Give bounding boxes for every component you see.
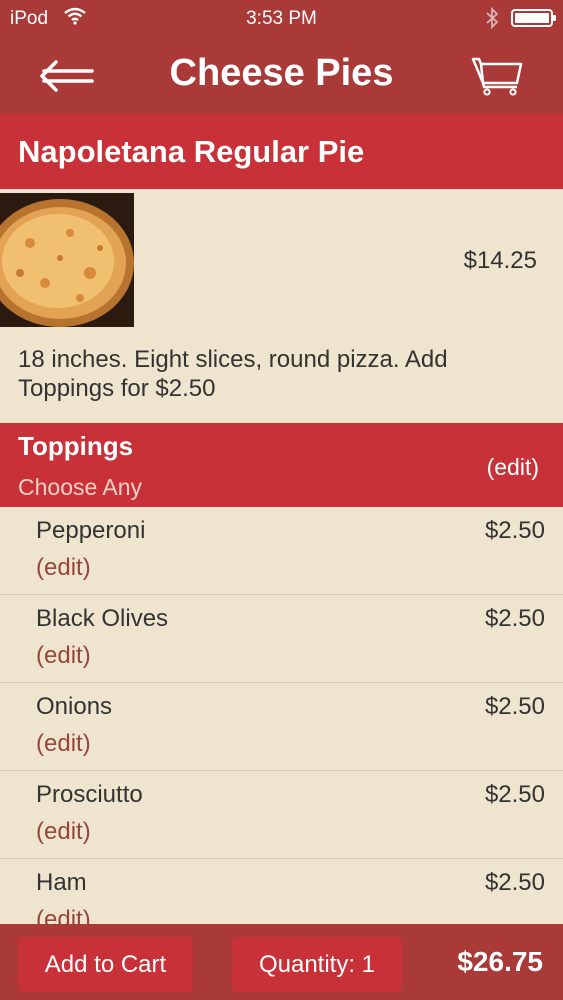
bottom-bar: Add to Cart Quantity: 1 $26.75: [0, 924, 563, 1000]
topping-row-black-olives[interactable]: Black Olives $2.50 (edit): [0, 595, 563, 683]
order-total: $26.75: [457, 946, 543, 977]
topping-name: Pepperoni: [36, 517, 146, 544]
topping-row-pepperoni[interactable]: Pepperoni $2.50 (edit): [0, 507, 563, 595]
topping-name: Black Olives: [36, 605, 169, 632]
status-time: 3:53 PM: [246, 8, 317, 29]
toppings-header: Toppings Choose Any (edit): [0, 423, 563, 507]
topping-edit-link[interactable]: (edit): [36, 906, 91, 924]
toppings-edit-link[interactable]: (edit): [487, 454, 539, 481]
status-bar: iPod 3:53 PM: [0, 0, 563, 38]
quantity-button[interactable]: Quantity: 1: [232, 937, 402, 992]
topping-edit-link[interactable]: (edit): [36, 642, 91, 670]
bluetooth-icon: [486, 7, 499, 29]
pizza-image: [0, 193, 134, 327]
topping-price: $2.50: [484, 517, 545, 544]
topping-price: $2.50: [484, 869, 545, 896]
add-to-cart-button[interactable]: Add to Cart: [18, 937, 193, 992]
toppings-label: Toppings: [18, 431, 134, 461]
topping-name: Ham: [36, 869, 87, 896]
topping-row-ham[interactable]: Ham $2.50 (edit): [0, 859, 563, 924]
battery-icon: [511, 9, 556, 27]
toppings-subtitle: Choose Any: [18, 474, 143, 500]
topping-price: $2.50: [484, 605, 545, 632]
item-name: Napoletana Regular Pie: [0, 114, 563, 189]
item-info: $14.25 18 inches. Eight slices, round pi…: [0, 189, 563, 423]
topping-edit-link[interactable]: (edit): [36, 818, 91, 846]
topping-name: Onions: [36, 693, 113, 720]
topping-edit-link[interactable]: (edit): [36, 730, 91, 758]
topping-list[interactable]: Pepperoni $2.50 (edit) Black Olives $2.5…: [0, 507, 563, 924]
cart-icon[interactable]: [471, 56, 523, 96]
topping-price: $2.50: [484, 781, 545, 808]
item-description: 18 inches. Eight slices, round pizza. Ad…: [18, 346, 448, 402]
topping-name: Prosciutto: [36, 781, 143, 808]
topping-price: $2.50: [484, 693, 545, 720]
item-price: $14.25: [463, 247, 537, 274]
topping-row-prosciutto[interactable]: Prosciutto $2.50 (edit): [0, 771, 563, 859]
topping-edit-link[interactable]: (edit): [36, 554, 91, 582]
nav-bar: Cheese Pies: [0, 38, 563, 114]
topping-row-onions[interactable]: Onions $2.50 (edit): [0, 683, 563, 771]
